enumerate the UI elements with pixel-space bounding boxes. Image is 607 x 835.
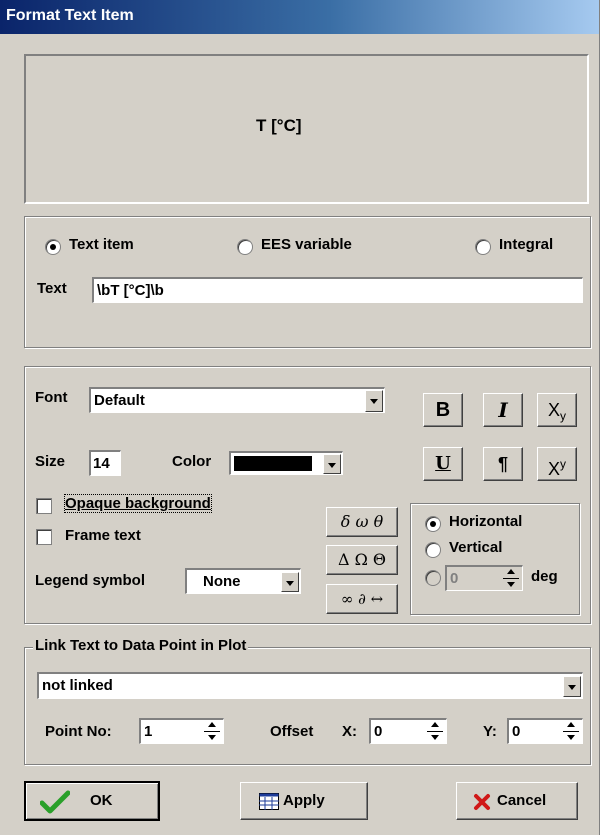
- apply-label: Apply: [283, 792, 325, 809]
- offset-x-spinner[interactable]: [427, 720, 443, 742]
- point-no-spinner[interactable]: [204, 720, 220, 742]
- angle-value: 0: [450, 570, 459, 587]
- math-symbols-button[interactable]: ∞ ∂ ↔: [326, 584, 398, 614]
- color-dropdown-arrow[interactable]: [323, 454, 341, 474]
- integral-label[interactable]: Integral: [499, 236, 553, 253]
- opaque-background-label[interactable]: Opaque background: [64, 494, 212, 513]
- cancel-label: Cancel: [497, 792, 547, 809]
- offset-y-input[interactable]: 0: [507, 718, 583, 744]
- title-bar[interactable]: Format Text Item: [0, 0, 599, 34]
- item-type-group: Text item EES variable Integral Text \bT…: [24, 216, 591, 348]
- superscript-y: y: [560, 457, 566, 471]
- subscript-button[interactable]: Xy: [537, 393, 577, 427]
- orientation-group: Horizontal Vertical 0 deg: [410, 503, 580, 615]
- angle-spinner[interactable]: [503, 567, 519, 589]
- link-dropdown[interactable]: not linked: [37, 672, 583, 699]
- legend-symbol-value: None: [203, 573, 241, 590]
- table-icon: [259, 793, 279, 810]
- greek-upper-button[interactable]: Δ Ω Θ: [326, 545, 398, 575]
- ok-label: OK: [90, 792, 113, 809]
- font-dropdown[interactable]: Default: [89, 387, 385, 413]
- link-group-title: Link Text to Data Point in Plot: [33, 637, 249, 654]
- color-dropdown[interactable]: [229, 451, 343, 475]
- point-no-label: Point No:: [45, 723, 112, 740]
- paragraph-button[interactable]: ¶: [483, 447, 523, 481]
- text-preview-panel: T [°C]: [24, 54, 589, 204]
- size-label: Size: [35, 453, 66, 470]
- text-field-label: Text: [37, 280, 67, 297]
- legend-symbol-label: Legend symbol: [35, 572, 146, 589]
- link-value: not linked: [42, 677, 113, 694]
- offset-x-label: X:: [342, 723, 357, 740]
- point-no-input[interactable]: 1: [139, 718, 224, 744]
- frame-text-checkbox[interactable]: [36, 529, 52, 545]
- offset-x-input[interactable]: 0: [369, 718, 447, 744]
- offset-y-value: 0: [512, 723, 521, 740]
- text-item-label[interactable]: Text item: [69, 236, 134, 253]
- offset-y-label: Y:: [483, 723, 497, 740]
- angle-input[interactable]: 0: [445, 565, 523, 591]
- bold-button[interactable]: B: [423, 393, 463, 427]
- horizontal-label[interactable]: Horizontal: [449, 513, 522, 530]
- size-input[interactable]: 14: [89, 450, 121, 476]
- color-swatch: [234, 456, 312, 471]
- check-icon: [40, 790, 70, 814]
- apply-button[interactable]: Apply: [240, 782, 368, 820]
- font-label: Font: [35, 389, 68, 406]
- text-item-radio[interactable]: [45, 239, 61, 255]
- window-title: Format Text Item: [6, 7, 134, 24]
- offset-x-value: 0: [374, 723, 383, 740]
- underline-button[interactable]: U: [423, 447, 463, 481]
- offset-label: Offset: [270, 723, 314, 740]
- opaque-background-checkbox[interactable]: [36, 498, 52, 514]
- deg-label: deg: [531, 568, 558, 585]
- ees-variable-label[interactable]: EES variable: [261, 236, 352, 253]
- link-dropdown-arrow[interactable]: [563, 676, 581, 697]
- text-input[interactable]: \bT [°C]\b: [92, 277, 583, 303]
- subscript-x: X: [547, 400, 560, 420]
- superscript-x: X: [547, 459, 560, 479]
- vertical-label[interactable]: Vertical: [449, 539, 502, 556]
- angle-radio[interactable]: [425, 570, 441, 586]
- font-dropdown-arrow[interactable]: [365, 390, 383, 412]
- horizontal-radio[interactable]: [425, 516, 441, 532]
- close-icon: [474, 794, 490, 810]
- cancel-button[interactable]: Cancel: [456, 782, 578, 820]
- legend-symbol-dropdown[interactable]: None: [185, 568, 301, 594]
- legend-symbol-arrow[interactable]: [281, 572, 299, 592]
- italic-button[interactable]: I: [483, 393, 523, 427]
- offset-y-spinner[interactable]: [563, 720, 579, 742]
- color-label: Color: [172, 453, 212, 470]
- integral-radio[interactable]: [475, 239, 491, 255]
- superscript-button[interactable]: Xy: [537, 447, 577, 481]
- link-group: Link Text to Data Point in Plot not link…: [24, 637, 591, 765]
- font-style-group: Font Default Size 14 Color Opaque backgr…: [24, 366, 591, 624]
- preview-text: T [°C]: [256, 116, 302, 135]
- ees-variable-radio[interactable]: [237, 239, 253, 255]
- vertical-radio[interactable]: [425, 542, 441, 558]
- font-value: Default: [94, 392, 145, 409]
- subscript-y: y: [560, 409, 566, 423]
- frame-text-label[interactable]: Frame text: [65, 527, 141, 544]
- format-text-item-dialog: Format Text Item T [°C] Text item EES va…: [0, 0, 600, 835]
- point-no-value: 1: [144, 723, 153, 740]
- ok-button[interactable]: OK: [24, 781, 160, 821]
- greek-lower-button[interactable]: δ ω θ: [326, 507, 398, 537]
